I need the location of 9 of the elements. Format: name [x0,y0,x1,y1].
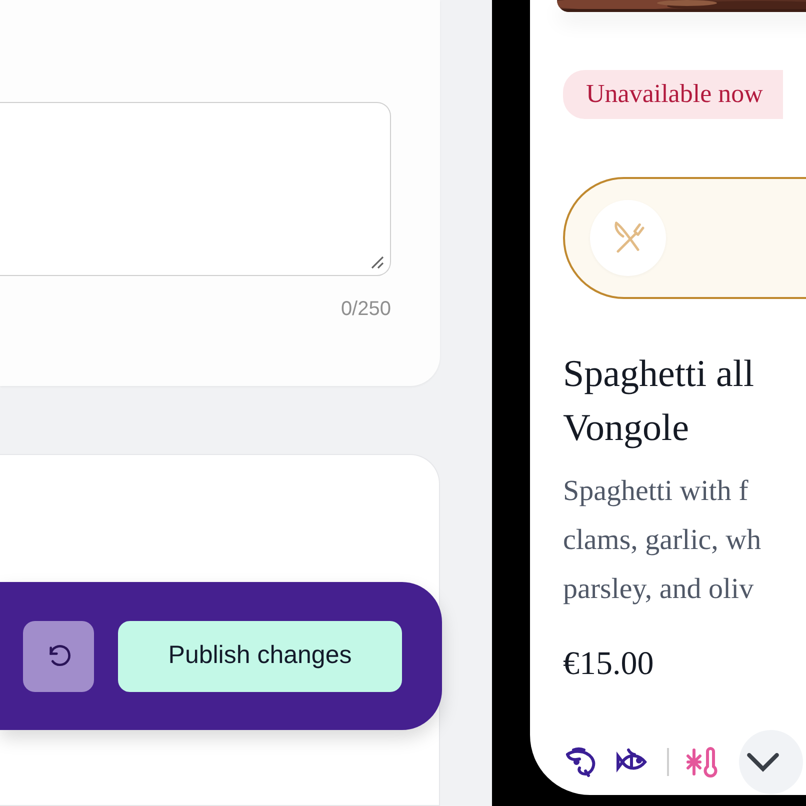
resize-handle-icon[interactable] [370,255,384,269]
dish-title: Spaghetti all Vongole [563,352,756,451]
dish-price: €15.00 [563,645,655,684]
dish-description: Spaghetti with f clams, garlic, wh parsley, and oliv [563,474,762,607]
revert-button[interactable] [23,620,94,692]
publish-button[interactable]: Publish changes [118,620,402,692]
description-field[interactable] [0,102,391,276]
character-counter: 0/250 [340,297,391,322]
status-badge: Unavailable now [563,70,783,119]
